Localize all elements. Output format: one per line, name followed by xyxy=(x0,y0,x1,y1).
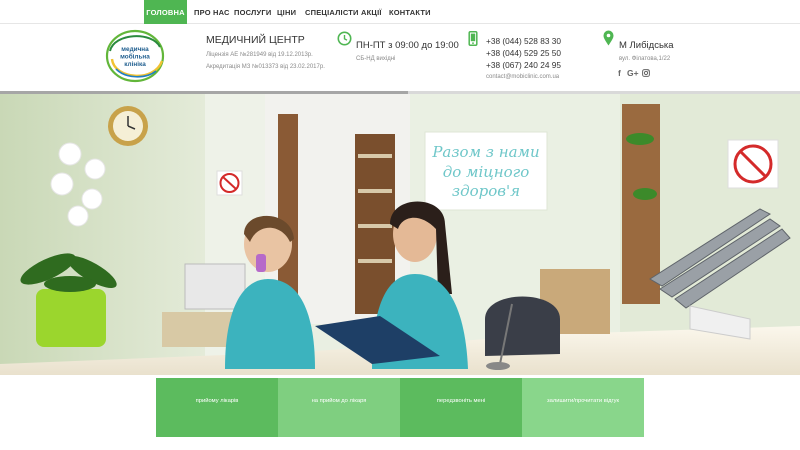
nav-item-prices[interactable]: ЦІНИ xyxy=(277,0,296,24)
phone-icon xyxy=(468,31,478,46)
license-text: Ліцензія АЕ №281949 від 19.12.2013р. xyxy=(206,52,313,58)
nav-item-services[interactable]: ПОСЛУГИ xyxy=(234,0,271,24)
facebook-icon[interactable]: f xyxy=(618,68,621,78)
reviews-button[interactable]: залишити/прочитати відгук xyxy=(522,378,644,437)
book-appointment-button[interactable]: на прийом до лікаря xyxy=(278,378,400,437)
phone-number-1[interactable]: +38 (044) 528 83 30 xyxy=(486,36,561,46)
top-navigation: + ГОЛОВНА ПРО НАС ПОСЛУГИ ЦІНИ СПЕЦІАЛІС… xyxy=(0,0,800,24)
hero-banner: Разом з нами до міцного здоров'я xyxy=(0,94,800,375)
map-pin-icon xyxy=(603,30,614,46)
weekend-hours: СБ-НД вихідні xyxy=(356,56,396,62)
sign-text-3: здоров'я xyxy=(452,182,520,200)
logo-text-3: клініка xyxy=(124,60,146,68)
accreditation-text: Акредитація МЗ №013373 від 23.02.2017р. xyxy=(206,64,325,70)
nav-item-promotions[interactable]: АКЦІЇ xyxy=(361,0,382,24)
logo-text-2: мобільна xyxy=(120,53,150,61)
callback-button[interactable]: передзвоніть мені xyxy=(400,378,522,437)
nav-item-label: ГОЛОВНА xyxy=(146,8,185,17)
doctors-reception-button[interactable]: прийому лікарів xyxy=(156,378,278,437)
street-address: вул. Філатова,1/22 xyxy=(619,56,671,62)
nav-item-specialists[interactable]: СПЕЦІАЛІСТИ xyxy=(305,0,359,24)
clinic-logo[interactable]: медична мобільна клініка xyxy=(104,29,166,84)
google-plus-icon[interactable]: G+ xyxy=(627,68,639,78)
reception-photo: Разом з нами до міцного здоров'я xyxy=(0,94,800,375)
company-title: МЕДИЧНИЙ ЦЕНТР xyxy=(206,34,305,46)
clock-icon xyxy=(337,31,352,46)
nav-item-home[interactable]: + ГОЛОВНА xyxy=(144,0,187,24)
logo-text-1: медична xyxy=(121,46,149,53)
metro-station: М Либідська xyxy=(619,40,674,51)
working-hours: ПН-ПТ з 09:00 до 19:00 xyxy=(356,40,459,51)
plus-icon: + xyxy=(144,0,187,3)
sign-text-2: до міцного xyxy=(443,163,530,181)
instagram-icon[interactable] xyxy=(642,69,650,77)
email-link[interactable]: contact@mobiclinic.com.ua xyxy=(486,74,559,80)
nav-item-about[interactable]: ПРО НАС xyxy=(194,0,230,24)
logo-icon: медична мобільна клініка xyxy=(105,29,165,83)
phone-number-3[interactable]: +38 (067) 240 24 95 xyxy=(486,60,561,70)
nav-item-contacts[interactable]: КОНТАКТИ xyxy=(389,0,431,24)
sign-text-1: Разом з нами xyxy=(431,143,539,161)
phone-number-2[interactable]: +38 (044) 529 25 50 xyxy=(486,48,561,58)
